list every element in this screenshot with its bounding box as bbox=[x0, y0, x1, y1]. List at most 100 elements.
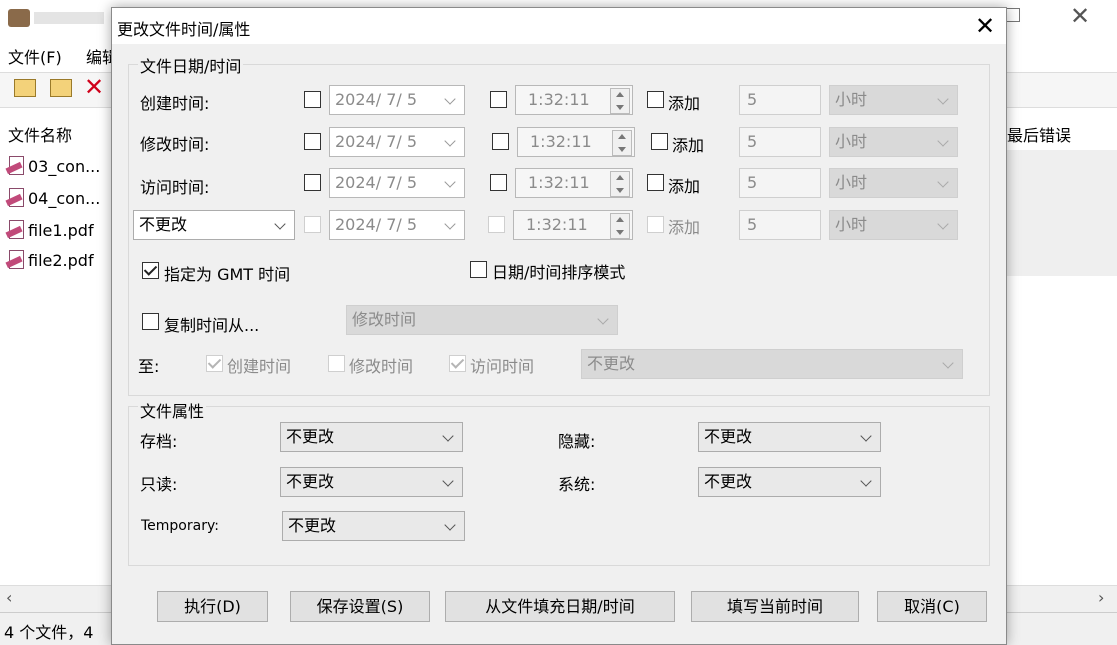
add-folder-icon[interactable] bbox=[50, 79, 72, 97]
modified-date-picker[interactable]: 2024/ 7/ 5 bbox=[329, 127, 465, 157]
datetime-group-label: 文件日期/时间 bbox=[138, 53, 244, 77]
chevron-down-icon bbox=[444, 135, 456, 147]
copy-from-select[interactable]: 修改时间 bbox=[346, 305, 618, 335]
created-date-picker[interactable]: 2024/ 7/ 5 bbox=[329, 85, 465, 115]
spinner-icon[interactable] bbox=[612, 130, 632, 156]
row4-date-checkbox[interactable] bbox=[304, 216, 321, 233]
close-icon[interactable]: ✕ bbox=[1070, 2, 1090, 30]
accessed-date-checkbox[interactable] bbox=[304, 174, 321, 191]
created-time-label: 创建时间: bbox=[140, 94, 210, 113]
chevron-down-icon bbox=[442, 475, 454, 487]
chevron-down-icon bbox=[942, 357, 954, 369]
list-item[interactable]: 04_con... bbox=[5, 184, 100, 212]
hidden-label: 隐藏: bbox=[558, 432, 596, 451]
cancel-button[interactable]: 取消(C) bbox=[877, 591, 987, 622]
readonly-label: 只读: bbox=[140, 475, 178, 494]
list-item[interactable]: file2.pdf bbox=[5, 246, 94, 274]
hidden-select[interactable]: 不更改 bbox=[698, 422, 881, 452]
modified-add-unit-select[interactable]: 小时 bbox=[829, 127, 958, 157]
created-time-checkbox[interactable] bbox=[490, 91, 507, 108]
scroll-right-icon[interactable]: › bbox=[1098, 588, 1104, 607]
fill-current-time-button[interactable]: 填写当前时间 bbox=[691, 591, 859, 622]
chevron-down-icon bbox=[937, 218, 949, 230]
close-icon[interactable]: ✕ bbox=[970, 12, 1000, 40]
execute-button[interactable]: 执行(D) bbox=[157, 591, 268, 622]
delete-icon[interactable]: ✕ bbox=[84, 73, 104, 101]
time-mode-select[interactable]: 不更改 bbox=[133, 210, 295, 240]
copy-time-label: 复制时间从... bbox=[164, 316, 260, 335]
to-created-checkbox[interactable] bbox=[206, 355, 223, 372]
row4-add-amount[interactable]: 5 bbox=[739, 210, 821, 240]
created-date-checkbox[interactable] bbox=[304, 91, 321, 108]
system-label: 系统: bbox=[558, 475, 596, 494]
to-created-label: 创建时间 bbox=[227, 357, 292, 376]
to-modified-label: 修改时间 bbox=[349, 357, 414, 376]
temporary-select[interactable]: 不更改 bbox=[282, 511, 465, 541]
list-item[interactable]: 03_con... bbox=[5, 152, 100, 180]
chevron-down-icon bbox=[442, 430, 454, 442]
readonly-select[interactable]: 不更改 bbox=[280, 467, 463, 497]
accessed-add-checkbox[interactable] bbox=[647, 174, 664, 191]
system-select[interactable]: 不更改 bbox=[698, 467, 881, 497]
pdf-file-icon bbox=[5, 220, 24, 240]
gmt-checkbox[interactable] bbox=[142, 262, 159, 279]
spinner-icon[interactable] bbox=[610, 171, 630, 197]
chevron-down-icon bbox=[444, 93, 456, 105]
accessed-time-field[interactable]: 1:32:11 bbox=[515, 168, 633, 198]
modified-add-amount[interactable]: 5 bbox=[739, 127, 821, 157]
row4-add-label: 添加 bbox=[668, 218, 701, 237]
maximize-icon[interactable] bbox=[1006, 8, 1020, 22]
chevron-down-icon bbox=[444, 218, 456, 230]
created-add-checkbox[interactable] bbox=[647, 91, 664, 108]
accessed-add-unit-select[interactable]: 小时 bbox=[829, 168, 958, 198]
row4-date-picker[interactable]: 2024/ 7/ 5 bbox=[329, 210, 465, 240]
to-modified-checkbox[interactable] bbox=[328, 355, 345, 372]
spinner-icon[interactable] bbox=[610, 213, 630, 239]
modified-add-checkbox[interactable] bbox=[651, 133, 668, 150]
to-mode-select[interactable]: 不更改 bbox=[581, 349, 963, 379]
pdf-file-icon bbox=[5, 250, 24, 270]
chevron-down-icon bbox=[937, 176, 949, 188]
row4-time-checkbox[interactable] bbox=[488, 216, 505, 233]
save-settings-button[interactable]: 保存设置(S) bbox=[290, 591, 430, 622]
chevron-down-icon bbox=[937, 93, 949, 105]
accessed-time-checkbox[interactable] bbox=[490, 174, 507, 191]
modified-add-label: 添加 bbox=[672, 136, 705, 155]
sort-mode-checkbox[interactable] bbox=[470, 261, 487, 278]
blurred-title bbox=[34, 12, 104, 24]
modified-time-field[interactable]: 1:32:11 bbox=[517, 127, 635, 157]
modified-time-label: 修改时间: bbox=[140, 135, 210, 154]
list-selection-area bbox=[1006, 150, 1117, 276]
accessed-time-label: 访问时间: bbox=[140, 178, 210, 197]
created-time-field[interactable]: 1:32:11 bbox=[515, 85, 633, 115]
copy-time-checkbox[interactable] bbox=[142, 313, 159, 330]
modified-time-checkbox[interactable] bbox=[492, 133, 509, 150]
accessed-date-picker[interactable]: 2024/ 7/ 5 bbox=[329, 168, 465, 198]
row4-time-field[interactable]: 1:32:11 bbox=[513, 210, 633, 240]
accessed-add-amount[interactable]: 5 bbox=[739, 168, 821, 198]
temporary-label: Temporary: bbox=[141, 518, 219, 534]
archive-select[interactable]: 不更改 bbox=[280, 422, 463, 452]
col-file-name[interactable]: 文件名称 bbox=[8, 122, 72, 146]
status-text: 4 个文件，4 bbox=[4, 623, 94, 642]
chevron-down-icon bbox=[597, 313, 609, 325]
row4-add-unit-select[interactable]: 小时 bbox=[829, 210, 958, 240]
open-folder-icon[interactable] bbox=[14, 79, 36, 97]
created-add-unit-select[interactable]: 小时 bbox=[829, 85, 958, 115]
chevron-down-icon bbox=[444, 519, 456, 531]
attributes-group-label: 文件属性 bbox=[138, 398, 207, 422]
scroll-left-icon[interactable]: ‹ bbox=[6, 588, 12, 607]
file-name: file2.pdf bbox=[28, 250, 94, 270]
to-accessed-label: 访问时间 bbox=[470, 357, 535, 376]
chevron-down-icon bbox=[444, 176, 456, 188]
menu-file[interactable]: 文件(F) bbox=[8, 44, 62, 68]
list-item[interactable]: file1.pdf bbox=[5, 216, 94, 244]
dialog-title: 更改文件时间/属性 bbox=[117, 20, 251, 39]
row4-add-checkbox[interactable] bbox=[647, 216, 664, 233]
to-accessed-checkbox[interactable] bbox=[449, 355, 466, 372]
spinner-icon[interactable] bbox=[610, 88, 630, 114]
created-add-amount[interactable]: 5 bbox=[739, 85, 821, 115]
col-last-error[interactable]: 最后错误 bbox=[1007, 122, 1071, 146]
modified-date-checkbox[interactable] bbox=[304, 133, 321, 150]
fill-from-file-button[interactable]: 从文件填充日期/时间 bbox=[445, 591, 675, 622]
